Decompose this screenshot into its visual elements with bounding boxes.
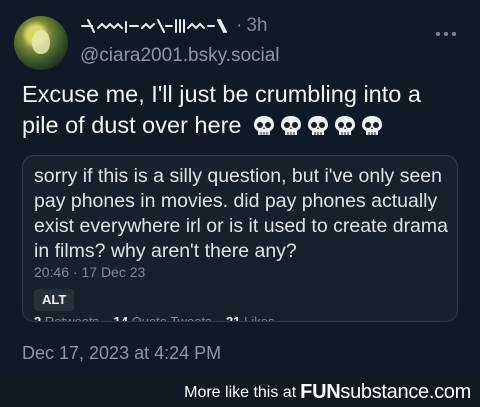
user-handle[interactable]: @ciara2001.bsky.social xyxy=(80,45,280,67)
likes-count: 21 xyxy=(226,314,241,322)
quotes-count: 14 xyxy=(113,314,128,322)
quoted-post-time: 20:46 · 17 Dec 23 xyxy=(34,264,146,280)
brand-logo[interactable]: FUNsubstance.com xyxy=(300,381,471,404)
brand-sub: substance.com xyxy=(340,381,471,403)
quoted-post-image[interactable]: sorry if this is a silly question, but i… xyxy=(22,155,458,322)
retweets-count: 2 xyxy=(34,314,42,322)
watermark-footer: More like this at FUNsubstance.com xyxy=(0,378,480,407)
likes-label: Likes xyxy=(244,314,275,322)
skull-icon xyxy=(335,116,355,135)
quoted-post-stats: 2 Retweets 14 Quote Tweets 21 Likes xyxy=(34,314,275,322)
skull-icon xyxy=(254,116,274,135)
footer-text: More like this at xyxy=(184,383,297,401)
post-timestamp[interactable]: Dec 17, 2023 at 4:24 PM xyxy=(22,343,221,364)
skull-icon xyxy=(308,116,328,135)
avatar[interactable] xyxy=(14,16,68,70)
skull-icon xyxy=(362,116,382,135)
quotes-label: Quote Tweets xyxy=(131,314,212,322)
alt-text-button[interactable]: ALT xyxy=(34,289,75,311)
skull-emoji-group xyxy=(252,115,384,137)
post-header: · 3h xyxy=(80,14,267,38)
retweets-label: Retweets xyxy=(44,314,100,322)
separator: · xyxy=(236,15,243,36)
post-text: Excuse me, I'll just be crumbling into a… xyxy=(22,79,462,141)
quoted-post-text: sorry if this is a silly question, but i… xyxy=(34,165,448,262)
more-options-icon[interactable] xyxy=(436,31,456,37)
post-card: · 3h @ciara2001.bsky.social Excuse me, I… xyxy=(0,0,480,378)
skull-icon xyxy=(281,116,301,135)
brand-fun: FUN xyxy=(300,381,341,403)
post-text-line1: Excuse me, I'll just be crumbling into a xyxy=(22,81,421,107)
post-text-line2-row: pile of dust over here xyxy=(22,110,462,141)
scribble-name-icon[interactable] xyxy=(80,16,230,36)
post-text-line2: pile of dust over here xyxy=(22,112,242,138)
post-time[interactable]: 3h xyxy=(246,15,267,37)
